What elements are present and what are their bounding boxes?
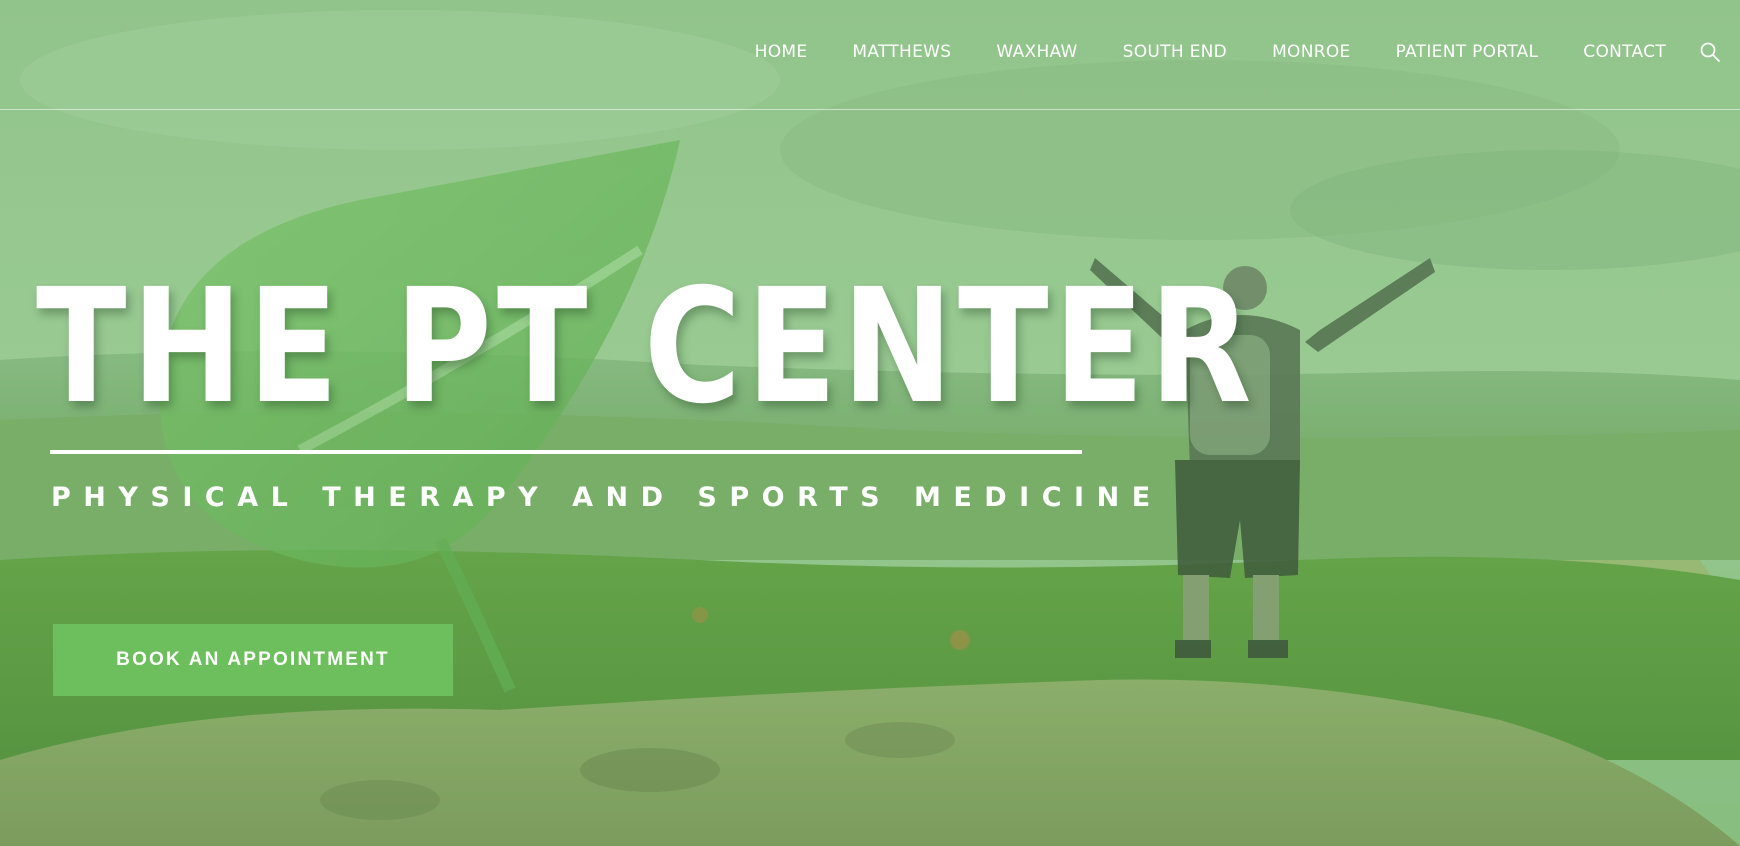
page-title: THE PT CENTER <box>36 255 1257 439</box>
nav-item-home[interactable]: HOME <box>755 42 808 62</box>
nav-item-monroe[interactable]: MONROE <box>1272 42 1351 62</box>
nav-menu: HOME MATTHEWS WAXHAW SOUTH END MONROE PA… <box>710 42 1666 62</box>
nav-item-patient-portal[interactable]: PATIENT PORTAL <box>1396 42 1539 62</box>
book-appointment-button[interactable]: BOOK AN APPOINTMENT <box>53 624 453 696</box>
search-icon[interactable] <box>1698 40 1722 64</box>
top-navigation: HOME MATTHEWS WAXHAW SOUTH END MONROE PA… <box>0 0 1740 110</box>
nav-item-matthews[interactable]: MATTHEWS <box>852 42 951 62</box>
nav-item-waxhaw[interactable]: WAXHAW <box>996 42 1077 62</box>
hero-section: HOME MATTHEWS WAXHAW SOUTH END MONROE PA… <box>0 0 1740 846</box>
nav-item-south-end[interactable]: SOUTH END <box>1123 42 1227 62</box>
nav-item-contact[interactable]: CONTACT <box>1583 42 1666 62</box>
page-subtitle: PHYSICAL THERAPY AND SPORTS MEDICINE <box>51 482 1163 513</box>
title-divider <box>50 450 1082 454</box>
